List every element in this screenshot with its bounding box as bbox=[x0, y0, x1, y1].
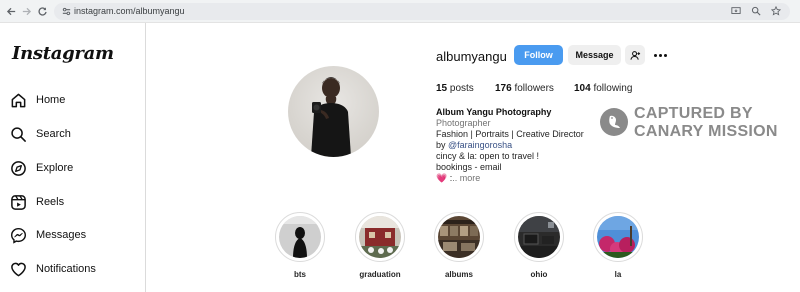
posts-label: posts bbox=[449, 83, 474, 94]
story-highlight[interactable]: bts bbox=[275, 212, 325, 284]
compass-icon bbox=[11, 160, 26, 176]
bio-line: cincy & la: open to travel ! bbox=[436, 151, 540, 161]
bookmark-star-icon[interactable] bbox=[770, 5, 782, 17]
canary-mission-watermark: CAPTURED BY CANARY MISSION bbox=[600, 104, 790, 140]
install-app-icon[interactable] bbox=[730, 5, 742, 17]
address-bar[interactable]: instagram.com/albumyangu bbox=[54, 3, 790, 20]
search-icon bbox=[11, 126, 26, 142]
highlight-ring bbox=[434, 212, 484, 262]
sidebar-item-search[interactable]: Search bbox=[10, 123, 135, 145]
following-label: following bbox=[593, 83, 633, 94]
following-count: 104 bbox=[574, 83, 591, 94]
bio-line-prefix: 💗 : bbox=[436, 173, 453, 183]
highlight-ring bbox=[355, 212, 405, 262]
sidebar-item-explore[interactable]: Explore bbox=[10, 157, 135, 179]
zoom-icon[interactable] bbox=[750, 5, 762, 17]
sidebar-item-label: Home bbox=[36, 94, 66, 106]
home-icon bbox=[11, 93, 26, 107]
sidebar-item-reels[interactable]: Reels bbox=[10, 191, 135, 213]
following-stat[interactable]: 104 following bbox=[574, 83, 632, 94]
reload-icon[interactable] bbox=[34, 3, 50, 19]
follow-button[interactable]: Follow bbox=[514, 45, 563, 65]
posts-stat: 15 posts bbox=[436, 83, 474, 94]
forward-icon[interactable] bbox=[18, 3, 34, 19]
highlight-ring bbox=[275, 212, 325, 262]
avatar-photo bbox=[311, 77, 351, 157]
site-settings-icon[interactable] bbox=[61, 6, 72, 17]
sidebar-item-label: Explore bbox=[36, 162, 74, 174]
bio-by-line: by @faraingorosha bbox=[436, 140, 636, 151]
watermark-line-1: CAPTURED BY bbox=[634, 105, 753, 122]
back-icon[interactable] bbox=[3, 3, 19, 19]
profile-avatar[interactable] bbox=[288, 66, 379, 157]
instagram-logo[interactable]: Instagram bbox=[12, 43, 114, 64]
followers-label: followers bbox=[514, 83, 554, 94]
bio-line: bookings - email bbox=[436, 162, 502, 172]
url-text: instagram.com/albumyangu bbox=[74, 6, 185, 16]
add-user-icon bbox=[629, 50, 640, 60]
highlight-cover bbox=[279, 216, 321, 258]
sidebar: Instagram Home Search Explore Reels Mess… bbox=[0, 23, 146, 292]
story-highlight[interactable]: albums bbox=[434, 212, 484, 284]
highlight-cover bbox=[518, 216, 560, 258]
posts-count: 15 bbox=[436, 83, 448, 94]
bio-mention-link[interactable]: @faraingorosha bbox=[448, 140, 512, 150]
sidebar-item-label: Search bbox=[36, 128, 71, 140]
suggested-accounts-button[interactable] bbox=[625, 45, 645, 65]
bio-line: 💗 :.. more bbox=[436, 173, 636, 184]
highlight-ring bbox=[593, 212, 643, 262]
highlight-label: albums bbox=[444, 270, 473, 279]
highlight-cover bbox=[359, 216, 401, 258]
canary-bird-icon bbox=[600, 108, 628, 136]
sidebar-item-home[interactable]: Home bbox=[10, 89, 135, 111]
reels-icon bbox=[11, 194, 26, 210]
messenger-icon bbox=[10, 227, 27, 244]
message-button[interactable]: Message bbox=[568, 45, 621, 65]
browser-toolbar: instagram.com/albumyangu bbox=[0, 0, 800, 23]
story-highlight[interactable]: la bbox=[593, 212, 643, 284]
sidebar-item-messages[interactable]: Messages bbox=[10, 224, 135, 246]
highlight-label: ohio bbox=[530, 270, 548, 279]
highlight-ring bbox=[514, 212, 564, 262]
followers-count: 176 bbox=[495, 83, 512, 94]
highlight-label: la bbox=[614, 270, 622, 279]
bio-more-link[interactable]: .. more bbox=[452, 173, 480, 183]
more-options-icon[interactable] bbox=[652, 49, 668, 61]
story-highlight[interactable]: ohio bbox=[514, 212, 564, 284]
followers-stat[interactable]: 176 followers bbox=[495, 83, 554, 94]
heart-icon bbox=[11, 262, 26, 276]
sidebar-item-label: Reels bbox=[36, 196, 65, 208]
highlight-cover bbox=[438, 216, 480, 258]
watermark-line-2: CANARY MISSION bbox=[634, 123, 778, 140]
sidebar-item-notifications[interactable]: Notifications bbox=[10, 258, 135, 280]
highlight-cover bbox=[597, 216, 639, 258]
highlight-label: graduation bbox=[359, 270, 401, 279]
highlight-label: bts bbox=[294, 270, 306, 279]
bio-by-prefix: by bbox=[436, 140, 449, 150]
profile-username: albumyangu bbox=[436, 49, 507, 64]
story-highlight[interactable]: graduation bbox=[355, 212, 405, 284]
sidebar-item-label: Notifications bbox=[36, 263, 96, 275]
sidebar-item-label: Messages bbox=[36, 229, 87, 241]
